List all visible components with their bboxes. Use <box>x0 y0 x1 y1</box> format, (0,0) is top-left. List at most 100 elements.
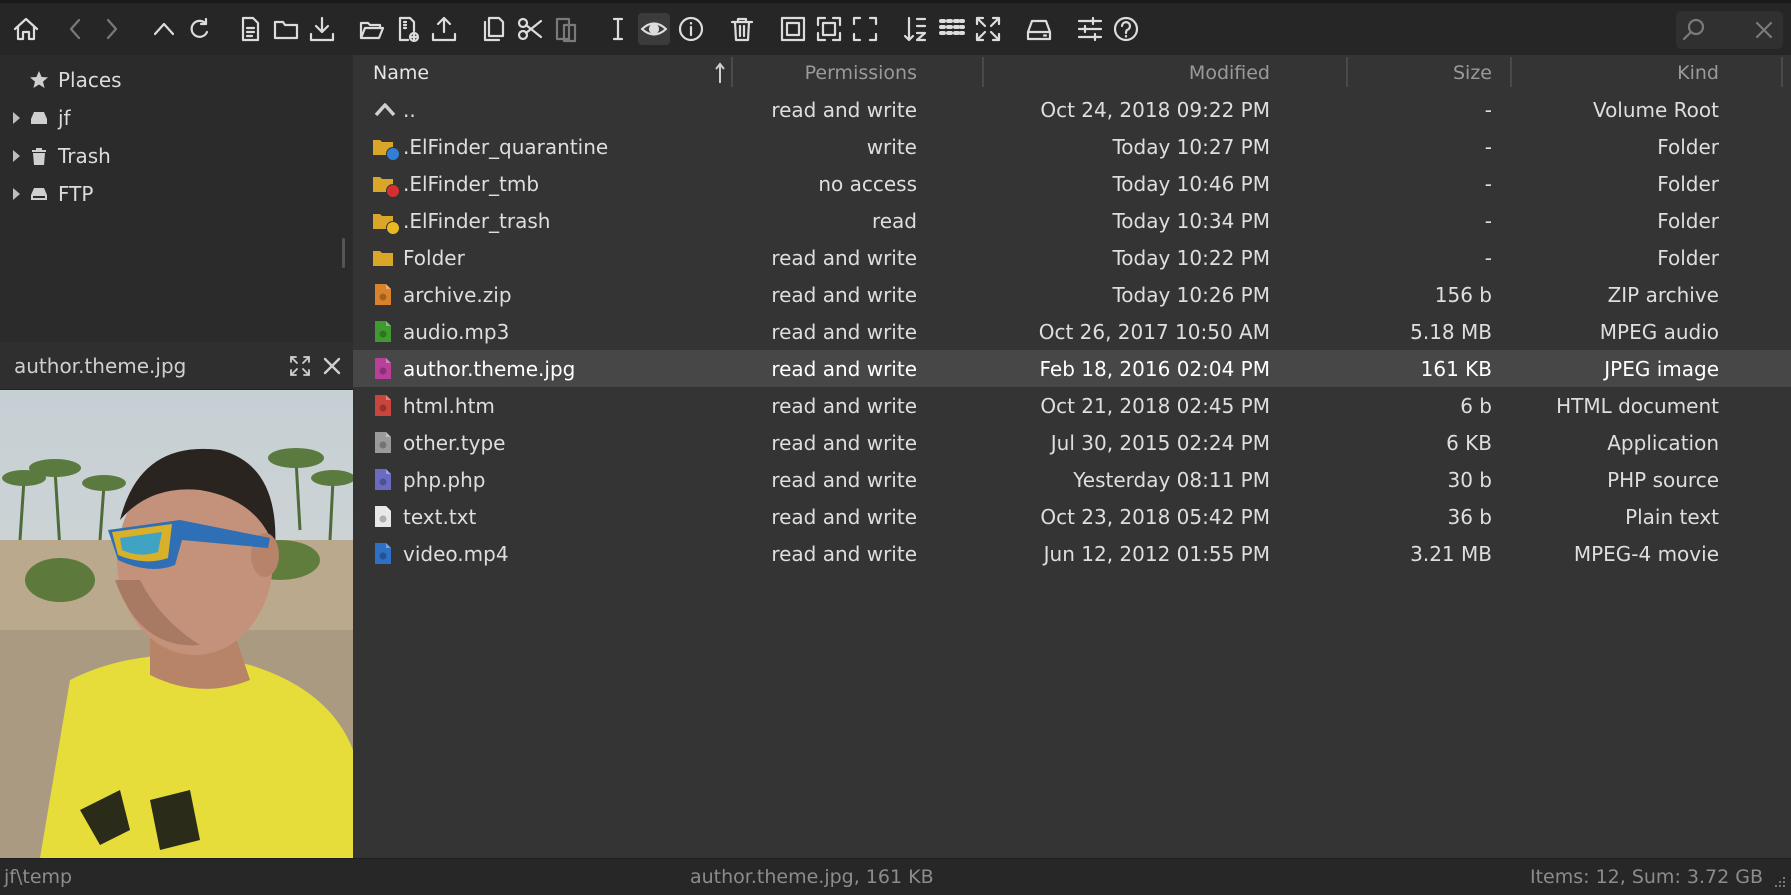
rename-icon[interactable] <box>602 13 634 45</box>
column-resize-handle[interactable] <box>1510 57 1512 87</box>
column-header-size[interactable]: Size <box>1353 55 1492 91</box>
file-modified: Today 10:34 PM <box>1112 209 1270 233</box>
new-folder-icon[interactable] <box>270 13 302 45</box>
file-size: 5.18 MB <box>1410 320 1492 344</box>
column-resize-handle[interactable] <box>731 57 733 87</box>
close-icon[interactable] <box>1748 14 1780 46</box>
file-modified: Yesterday 08:11 PM <box>1073 468 1270 492</box>
file-size: 36 b <box>1447 505 1492 529</box>
file-row[interactable]: php.php read and write Yesterday 08:11 PM 3… <box>353 461 1791 498</box>
file-name[interactable]: video.mp4 <box>403 542 509 566</box>
file-name[interactable]: html.htm <box>403 394 495 418</box>
expand-arrow-icon[interactable] <box>13 112 20 124</box>
tree-item-trash[interactable]: Trash <box>0 139 340 173</box>
new-file-icon[interactable] <box>234 13 266 45</box>
tree-places[interactable]: Places <box>28 63 368 97</box>
file-name[interactable]: .ElFinder_quarantine <box>403 135 608 159</box>
close-icon[interactable] <box>318 352 346 380</box>
file-row[interactable]: .ElFinder_quarantine write Today 10:27 PM -… <box>353 128 1791 165</box>
file-permissions: read and write <box>771 468 917 492</box>
file-row[interactable]: .. read and write Oct 24, 2018 09:22 PM - Vo… <box>353 91 1791 128</box>
column-header-permissions[interactable]: Permissions <box>737 55 917 91</box>
file-kind: Folder <box>1657 172 1719 196</box>
tree-item-jf[interactable]: jf <box>0 101 340 135</box>
open-icon[interactable] <box>356 13 388 45</box>
file-name[interactable]: .ElFinder_trash <box>403 209 550 233</box>
search-box[interactable] <box>1676 11 1783 49</box>
file-row[interactable]: audio.mp3 read and write Oct 26, 2017 10:5… <box>353 313 1791 350</box>
file-kind: JPEG image <box>1604 357 1719 381</box>
file-permissions: read and write <box>771 320 917 344</box>
file-row[interactable]: .ElFinder_tmb no access Today 10:46 PM - Fol… <box>353 165 1791 202</box>
tree-item-ftp[interactable]: FTP <box>0 177 340 211</box>
resize-grip-icon[interactable] <box>1771 875 1787 891</box>
star-icon <box>28 69 50 91</box>
column-header-kind[interactable]: Kind <box>1513 55 1719 91</box>
text-file-icon <box>375 506 391 527</box>
column-resize-handle[interactable] <box>982 57 984 87</box>
file-row[interactable]: archive.zip read and write Today 10:26 PM 1… <box>353 276 1791 313</box>
info-icon[interactable] <box>675 13 707 45</box>
column-resize-handle[interactable] <box>1346 57 1348 87</box>
column-header-modified[interactable]: Modified <box>993 55 1270 91</box>
file-modified: Today 10:27 PM <box>1112 135 1270 159</box>
upload-icon[interactable] <box>428 13 460 45</box>
preview-icon[interactable] <box>638 13 670 45</box>
reload-icon[interactable] <box>183 13 215 45</box>
search-icon[interactable] <box>1678 14 1710 46</box>
file-name[interactable]: Folder <box>403 246 465 270</box>
file-row[interactable]: video.mp4 read and write Jun 12, 2012 01:5… <box>353 535 1791 572</box>
column-resize-handle[interactable] <box>1781 57 1783 87</box>
home-icon[interactable] <box>10 13 42 45</box>
file-name[interactable]: .ElFinder_tmb <box>403 172 539 196</box>
up-icon[interactable] <box>148 13 180 45</box>
html-file-icon <box>375 395 391 416</box>
file-row[interactable]: text.txt read and write Oct 23, 2018 05:42… <box>353 498 1791 535</box>
search-input[interactable] <box>1716 19 1740 41</box>
generic-file-icon <box>375 432 391 453</box>
file-modified: Feb 18, 2016 02:04 PM <box>1039 357 1271 381</box>
tree-places-label: Places <box>58 68 122 92</box>
file-row[interactable]: Folder read and write Today 10:22 PM - Folde… <box>353 239 1791 276</box>
file-row[interactable]: html.htm read and write Oct 21, 2018 02:45… <box>353 387 1791 424</box>
download-icon[interactable] <box>306 13 338 45</box>
trash-icon[interactable] <box>726 13 758 45</box>
paste-icon[interactable] <box>550 13 582 45</box>
expand-arrow-icon[interactable] <box>13 150 20 162</box>
cut-icon[interactable] <box>514 13 546 45</box>
forward-icon[interactable] <box>95 13 127 45</box>
select-all-icon[interactable] <box>777 13 809 45</box>
file-permissions: write <box>866 135 917 159</box>
preferences-icon[interactable] <box>1074 13 1106 45</box>
expand-icon[interactable] <box>286 352 314 380</box>
panel-resize-handle[interactable] <box>342 238 345 268</box>
file-name[interactable]: .. <box>403 98 416 122</box>
select-none-icon[interactable] <box>813 13 845 45</box>
netmount-icon[interactable] <box>1023 13 1055 45</box>
sort-ascending-icon[interactable] <box>714 55 726 91</box>
sort-icon[interactable] <box>900 13 932 45</box>
file-name[interactable]: author.theme.jpg <box>403 357 575 381</box>
file-name[interactable]: other.type <box>403 431 505 455</box>
fullscreen-icon[interactable] <box>972 13 1004 45</box>
toolbar <box>0 0 1791 55</box>
new-archive-icon[interactable] <box>392 13 424 45</box>
file-row[interactable]: author.theme.jpg read and write Feb 18, 20… <box>353 350 1791 387</box>
file-modified: Today 10:46 PM <box>1112 172 1270 196</box>
invert-select-icon[interactable] <box>849 13 881 45</box>
file-row[interactable]: other.type read and write Jul 30, 2015 02:… <box>353 424 1791 461</box>
file-size: - <box>1484 209 1492 233</box>
back-icon[interactable] <box>60 13 92 45</box>
file-name[interactable]: archive.zip <box>403 283 512 307</box>
file-name[interactable]: php.php <box>403 468 486 492</box>
view-icon[interactable] <box>936 13 968 45</box>
file-name[interactable]: audio.mp3 <box>403 320 509 344</box>
copy-icon[interactable] <box>478 13 510 45</box>
help-icon[interactable] <box>1110 13 1142 45</box>
expand-arrow-icon[interactable] <box>13 188 20 200</box>
file-modified: Jul 30, 2015 02:24 PM <box>1050 431 1270 455</box>
folder-icon <box>373 251 393 266</box>
file-row[interactable]: .ElFinder_trash read Today 10:34 PM - Folder <box>353 202 1791 239</box>
file-name[interactable]: text.txt <box>403 505 476 529</box>
column-header-name[interactable]: Name <box>373 55 429 91</box>
